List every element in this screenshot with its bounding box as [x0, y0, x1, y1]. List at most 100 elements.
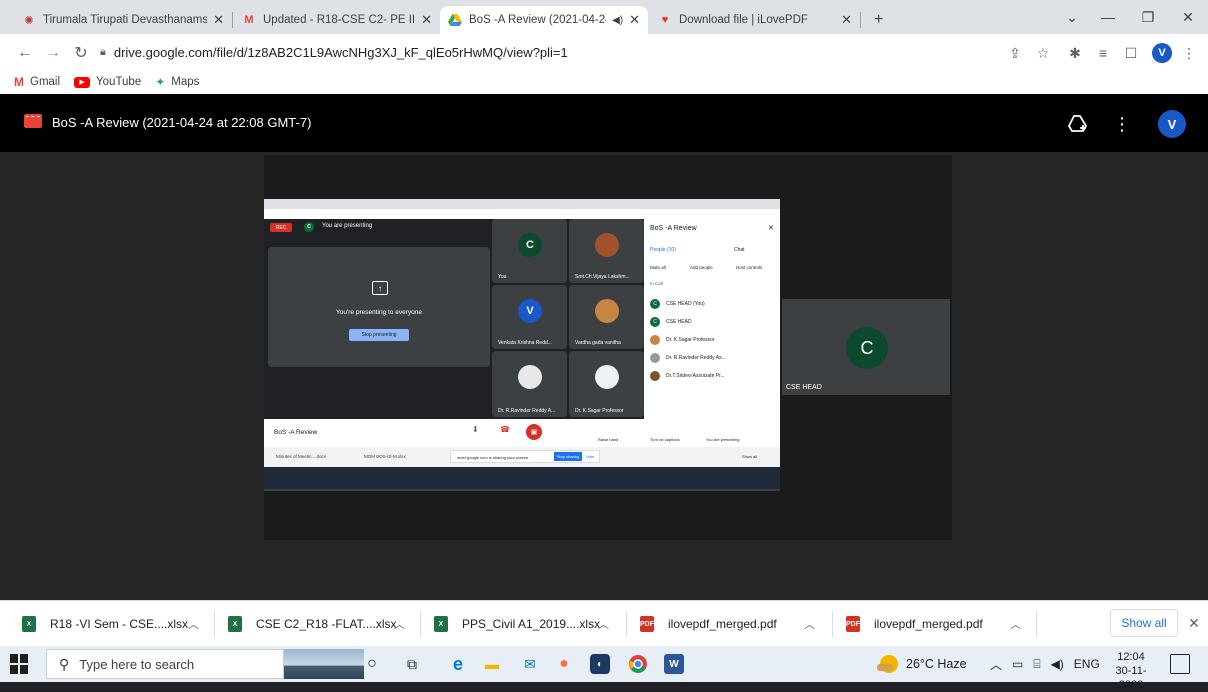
battery-icon[interactable]: ▭	[1012, 657, 1023, 671]
participant-photo	[595, 365, 619, 389]
mail-icon[interactable]: ✉	[518, 652, 542, 676]
download-filename: CSE C2_R18 -FLAT....xlsx	[256, 617, 397, 631]
tab-ilovepdf[interactable]: ♥ Download file | iLovePDF ✕	[650, 6, 860, 34]
tab-drive[interactable]: BoS -A Review (2021-04-24 a ◀︎) ✕	[440, 6, 648, 34]
word-icon[interactable]: W	[664, 654, 684, 674]
close-tab-icon[interactable]: ✕	[841, 12, 852, 28]
host-controls-button[interactable]: Host controls	[736, 265, 762, 270]
close-tab-icon[interactable]: ✕	[213, 12, 224, 28]
bookmark-maps[interactable]: ✦ Maps	[155, 75, 199, 89]
download-item[interactable]: X CSE C2_R18 -FLAT....xlsx ︿	[228, 601, 418, 647]
restore-button[interactable]: ❐	[1128, 0, 1168, 34]
download-item[interactable]: PDF ilovepdf_merged.pdf ︿	[640, 601, 830, 647]
reading-list-icon[interactable]: ≡	[1092, 42, 1114, 64]
firefox-icon[interactable]: ●	[552, 652, 576, 676]
youtube-icon: ▶	[74, 76, 91, 88]
audio-playing-icon[interactable]: ◀︎)	[612, 15, 623, 26]
tab-gmail[interactable]: M Updated - R18-CSE C2- PE II -Up ✕	[234, 6, 440, 34]
download-item[interactable]: X PPS_Civil A1_2019....xlsx ︿	[434, 601, 624, 647]
hangup-icon[interactable]: ☎	[500, 425, 514, 439]
chevron-up-icon[interactable]: ︿	[804, 616, 815, 632]
tab-search-chevron-icon[interactable]: ⌄	[1052, 0, 1092, 34]
participant-tile: Dr. K.Sagar Professor	[569, 351, 644, 417]
windows-start-icon[interactable]	[10, 654, 30, 674]
excel-file-icon: X	[434, 616, 448, 632]
close-window-button[interactable]: ✕	[1168, 0, 1208, 34]
tab-title: Tirumala Tirupati Devasthanams	[43, 14, 208, 26]
stop-sharing-button[interactable]: Stop sharing	[554, 452, 582, 461]
show-all-button[interactable]: Show all	[1110, 609, 1178, 637]
reload-icon[interactable]: ↻	[70, 42, 92, 64]
video-title: BoS -A Review (2021-04-24 at 22:08 GMT-7…	[52, 115, 312, 130]
chrome-icon[interactable]	[626, 652, 650, 676]
chevron-up-icon[interactable]: ︿	[188, 616, 199, 632]
row-name: Dr.T.Sridevi Associate Pr...	[666, 373, 725, 379]
excel-file-icon: X	[228, 616, 242, 632]
app-icon[interactable]: ◐	[590, 654, 610, 674]
download-filename: R18 -VI Sem - CSE....xlsx	[50, 617, 189, 631]
captions-button[interactable]: Turn on captions	[650, 437, 680, 442]
tab-ttd[interactable]: ✺ Tirumala Tirupati Devasthanams ✕	[14, 6, 232, 34]
share-icon[interactable]: ⇪	[1004, 42, 1026, 64]
more-options-icon[interactable]: ⋮	[1108, 110, 1136, 138]
you-presenting-button[interactable]: You are presenting	[706, 437, 739, 442]
new-tab-button[interactable]: +	[866, 6, 892, 34]
weather-widget[interactable]: 26°C Haze	[877, 646, 967, 682]
participant-name: Dr. R.Ravinder Reddy A...	[498, 408, 556, 414]
cortana-icon[interactable]: ○	[360, 652, 384, 676]
task-view-icon[interactable]: ⧉	[400, 652, 424, 676]
chevron-up-icon[interactable]: ︿	[1010, 616, 1021, 632]
close-tab-icon[interactable]: ✕	[421, 12, 432, 28]
bookmark-label: Gmail	[30, 76, 61, 88]
download-item[interactable]: PDF ilovepdf_merged.pdf ︿	[846, 601, 1036, 647]
row-avatar	[650, 335, 660, 345]
presenting-message: You're presenting to everyone	[336, 309, 422, 316]
taskbar-clock[interactable]: 12:04 30-11-2022	[1106, 650, 1156, 692]
download-filename: PPS_Civil A1_2019....xlsx	[462, 617, 601, 631]
people-panel: BoS -A Review ✕ People (10) Chat Mute al…	[644, 219, 780, 419]
volume-icon[interactable]: ◀︎)	[1051, 657, 1064, 671]
profile-avatar[interactable]: V	[1152, 43, 1172, 63]
hide-button[interactable]: Hide	[586, 454, 594, 459]
back-arrow-icon[interactable]: ←	[14, 42, 36, 64]
address-bar[interactable]: 🔒︎ drive.google.com/file/d/1z8AB2C1L9Awc…	[100, 38, 1005, 66]
participant-name: Smt.Ch.Vijaya Lakshm...	[575, 274, 630, 280]
stop-presenting-button[interactable]: Stop presenting	[349, 329, 409, 341]
windows-taskbar: ⚲ Type here to search ○ ⧉ e ▬ ✉ ● ◐ W 26…	[0, 646, 1208, 691]
chevron-up-icon[interactable]: ︿	[394, 616, 405, 632]
chevron-up-icon[interactable]: ︿	[598, 616, 609, 632]
bookmark-star-icon[interactable]: ☆	[1032, 42, 1054, 64]
download-item[interactable]: X R18 -VI Sem - CSE....xlsx ︿	[22, 601, 212, 647]
download-divider	[626, 611, 627, 637]
extensions-puzzle-icon[interactable]: ✱	[1064, 42, 1086, 64]
account-avatar[interactable]: V	[1158, 110, 1186, 138]
tab-people[interactable]: People (10)	[650, 247, 676, 253]
network-icon[interactable]: ⌸	[1033, 657, 1040, 672]
viewer-header: BoS -A Review (2021-04-24 at 22:08 GMT-7…	[0, 94, 1208, 152]
tab-chat[interactable]: Chat	[734, 247, 745, 253]
taskbar-search-input[interactable]: ⚲ Type here to search	[46, 649, 284, 679]
tray-chevron-icon[interactable]: ︿	[990, 656, 1002, 673]
close-panel-icon[interactable]: ✕	[768, 224, 774, 232]
language-indicator[interactable]: ENG	[1074, 657, 1100, 671]
add-to-drive-icon[interactable]	[1064, 110, 1092, 138]
system-tray: ︿ ▭ ⌸ ◀︎) ENG	[990, 646, 1110, 682]
forward-arrow-icon[interactable]: →	[42, 42, 64, 64]
close-downloads-icon[interactable]: ✕	[1184, 613, 1204, 633]
sharing-message: meet.google.com is sharing your screen.	[457, 455, 530, 460]
add-people-button[interactable]: Add people	[690, 265, 713, 270]
bookmark-youtube[interactable]: ▶ YouTube	[74, 76, 141, 88]
close-tab-icon[interactable]: ✕	[629, 12, 640, 28]
mute-all-button[interactable]: Mute all	[650, 265, 666, 270]
chrome-menu-icon[interactable]: ⋮	[1178, 42, 1200, 64]
notifications-icon[interactable]	[1170, 654, 1190, 674]
file-explorer-icon[interactable]: ▬	[480, 652, 504, 676]
video-player[interactable]: REC C You are presenting ↑ You're presen…	[264, 155, 952, 540]
edge-icon[interactable]: e	[446, 652, 470, 676]
mic-icon[interactable]: ⬇	[472, 425, 486, 439]
bookmark-gmail[interactable]: M Gmail	[14, 75, 60, 89]
raise-hand-button[interactable]: Raise hand	[598, 437, 618, 442]
side-panel-icon[interactable]: ☐	[1120, 42, 1142, 64]
camera-off-icon[interactable]: ▣	[526, 424, 542, 440]
minimize-button[interactable]: —	[1088, 0, 1128, 34]
